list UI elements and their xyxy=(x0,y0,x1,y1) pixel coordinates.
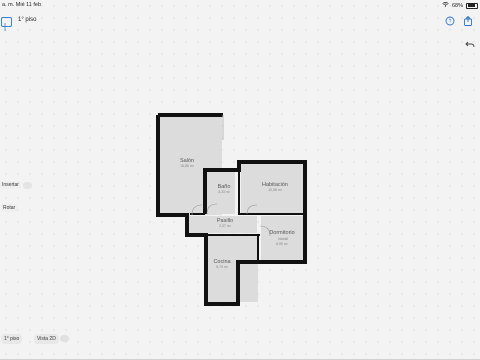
view-mode-toggle[interactable]: Vista 2D xyxy=(34,334,59,344)
room-area-cocina: 5,79 m² xyxy=(216,265,229,269)
floor-plan[interactable]: Salón 18,86 m² Baño 3,33 m² Habitación 1… xyxy=(0,0,480,360)
view-options-chip[interactable] xyxy=(60,335,69,342)
room-area-bano: 3,33 m² xyxy=(218,190,231,194)
room-area-dormitorio: 6,05 m² xyxy=(276,242,289,246)
room-area-pasillo: 2,37 m² xyxy=(219,224,232,228)
room-floors xyxy=(159,117,304,302)
bottom-bar: 1° piso Vista 2D xyxy=(0,332,480,346)
room-area-salon: 18,86 m² xyxy=(180,164,195,168)
room-label-dormitorio-2: infantil xyxy=(278,237,288,241)
floor-cocina[interactable] xyxy=(206,236,258,302)
room-label-dormitorio: Dormitorio xyxy=(269,230,294,236)
floor-selector[interactable]: 1° piso xyxy=(1,334,23,344)
room-area-habitacion: 10,58 m² xyxy=(268,188,283,192)
